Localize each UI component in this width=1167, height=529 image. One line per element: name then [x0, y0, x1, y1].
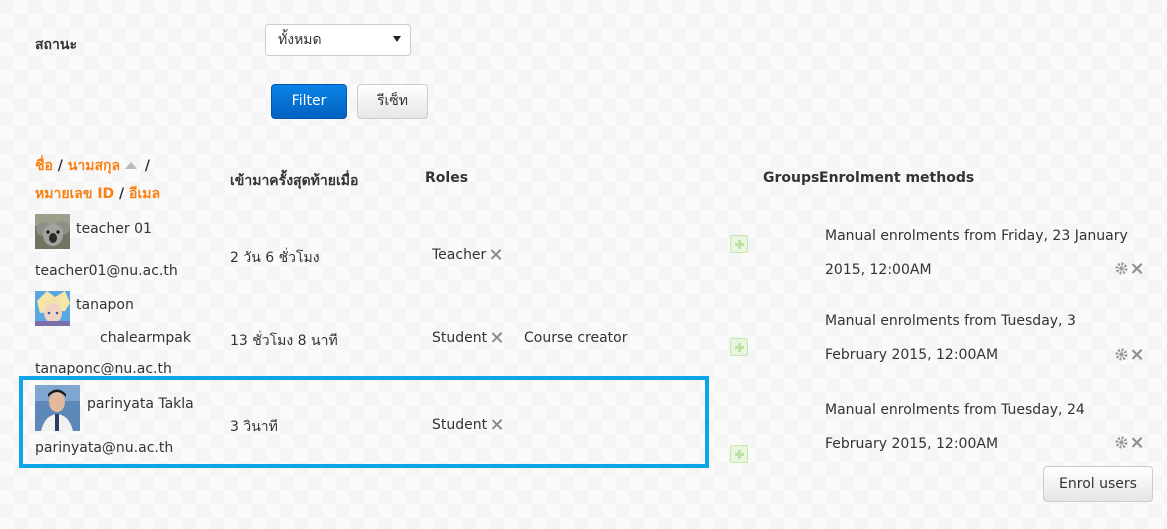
role-badge: Teacher	[432, 247, 501, 263]
status-label: สถานะ	[35, 37, 77, 53]
enrolment-method-line: Manual enrolments from Friday, 23 Januar…	[825, 228, 1128, 244]
add-group-icon[interactable]	[730, 338, 748, 356]
user-fullname-link[interactable]: teacher 01	[76, 221, 152, 237]
close-icon	[1131, 437, 1142, 448]
avatar[interactable]	[35, 214, 70, 249]
sort-last-name-link[interactable]: นามสกุล	[68, 158, 120, 174]
filter-button[interactable]: Filter	[271, 84, 347, 119]
header-separator: /	[52, 158, 68, 174]
enrolment-methods-column-header: Enrolment methods	[819, 170, 975, 186]
avatar[interactable]	[35, 291, 70, 326]
sort-email-link[interactable]: อีเมล	[129, 186, 160, 202]
user-email: tanaponc@nu.ac.th	[35, 361, 172, 375]
add-group-icon[interactable]	[730, 445, 748, 463]
unenrol-icon[interactable]	[1131, 435, 1142, 451]
remove-role-icon[interactable]	[491, 332, 502, 343]
close-icon	[1131, 263, 1142, 274]
gear-icon[interactable]	[1115, 436, 1128, 453]
enrolment-method-text: Manual enrolments from Tuesday, 24 Febru…	[825, 393, 1145, 461]
role-name: Student	[432, 330, 488, 346]
enrol-users-button[interactable]: Enrol users	[1043, 466, 1153, 502]
header-separator: /	[140, 158, 151, 174]
table-row: teacher 01 teacher01@nu.ac.th 2 วัน 6 ชั…	[0, 0, 1167, 279]
chevron-down-icon	[393, 36, 401, 42]
gear-icon[interactable]	[1115, 262, 1128, 279]
groups-column-header: Groups	[763, 170, 820, 186]
header-separator: /	[114, 186, 130, 202]
last-access-value: 2 วัน 6 ชั่วโมง	[230, 250, 320, 266]
table-row: parinyata Takla parinyata@nu.ac.th 3 วิน…	[0, 36, 1167, 463]
user-email: teacher01@nu.ac.th	[35, 263, 178, 279]
close-icon	[1131, 349, 1142, 360]
selection-highlight	[19, 376, 709, 468]
role-name: Teacher	[432, 247, 487, 263]
enrolment-method-line: 2015, 12:00AM	[825, 262, 932, 278]
enrolment-method-line: Manual enrolments from Tuesday, 24	[825, 402, 1085, 418]
last-access-value: 13 ชั่วโมง 8 นาที	[230, 333, 338, 349]
add-group-icon[interactable]	[730, 235, 748, 253]
table-row: tanapon chalearmpak tanaponc@nu.ac.th 13…	[0, 18, 1167, 375]
enrolment-method-text: Manual enrolments from Tuesday, 3 Februa…	[825, 304, 1145, 372]
unenrol-icon[interactable]	[1131, 347, 1142, 363]
enrolment-method-line: February 2015, 12:00AM	[825, 436, 999, 452]
sort-first-name-link[interactable]: ชื่อ	[35, 158, 53, 174]
remove-role-icon[interactable]	[490, 249, 501, 260]
status-select-value: ทั้งหมด	[278, 32, 322, 48]
gear-icon[interactable]	[1115, 348, 1128, 365]
last-access-column-header: เข้ามาครั้งสุดท้ายเมื่อ	[230, 173, 359, 189]
roles-column-header: Roles	[425, 170, 469, 186]
enrolment-method-line: Manual enrolments from Tuesday, 3	[825, 313, 1076, 329]
unenrol-icon[interactable]	[1131, 261, 1142, 277]
user-fullname-link[interactable]: tanapon	[76, 297, 134, 313]
enrolment-method-line: February 2015, 12:00AM	[825, 347, 999, 363]
name-column-header: ชื่อ / นามสกุล / หมายเลข ID / อีเมล	[35, 152, 160, 208]
user-fullname-link[interactable]: chalearmpak	[100, 330, 191, 346]
sort-id-number-link[interactable]: หมายเลข ID	[35, 186, 114, 202]
enrolment-method-text: Manual enrolments from Friday, 23 Januar…	[825, 219, 1145, 287]
sort-ascending-icon	[125, 162, 138, 169]
reset-button[interactable]: รีเซ็ท	[357, 84, 428, 119]
role-badge: Student	[432, 330, 502, 346]
role-badge: Course creator	[524, 330, 628, 346]
status-select[interactable]: ทั้งหมด	[265, 24, 411, 56]
